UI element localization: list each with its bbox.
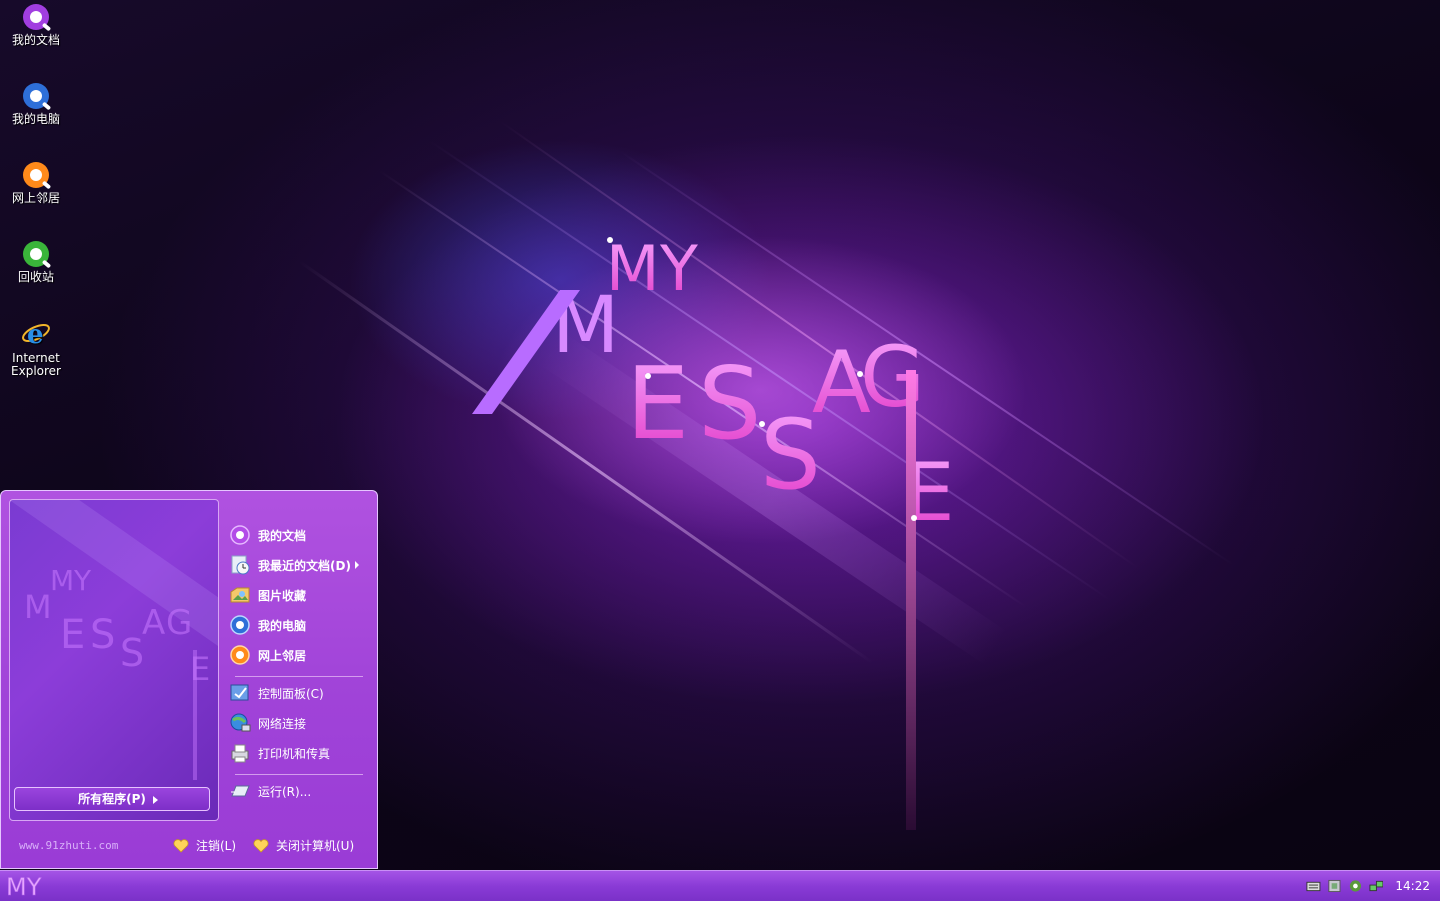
menu-separator [235,774,363,775]
menu-item-network-places[interactable]: 网上邻居 [229,642,369,668]
desktop-icon-label: Internet Explorer [11,351,61,378]
sparkle [607,237,613,243]
start-menu: M Y M E S S A G E 所有程序(P) 我的文档 我最近的文档(D)… [0,490,378,869]
panel-logo-letter: G [166,603,192,643]
menu-item-run[interactable]: 运行(R)... [229,778,369,804]
shutdown-button[interactable]: 关闭计算机(U) [253,837,354,854]
system-tray: 14:22 [1300,871,1440,901]
recent-documents-icon [229,554,251,576]
menu-item-label: 图片收藏 [258,588,307,603]
panel-logo-letter: S [90,612,115,658]
all-programs-button[interactable]: 所有程序(P) [14,787,210,811]
logo-stem [906,370,916,830]
menu-item-label: 网络连接 [258,716,307,731]
menu-item-network-connections[interactable]: 网络连接 [229,710,369,736]
desktop-icon-my-documents[interactable]: 我的文档 [0,4,72,47]
sparkle [857,371,863,377]
network-connections-icon [229,712,251,734]
my-pictures-icon [229,584,251,606]
menu-item-label: 我最近的文档(D) [258,558,351,573]
heart-icon [173,838,189,853]
menu-item-my-pictures[interactable]: 图片收藏 [229,582,369,608]
printers-icon [229,742,251,764]
my-computer-icon [229,614,251,636]
panel-logo-stem [193,650,197,780]
sparkle [911,515,917,521]
security-icon[interactable] [1327,879,1342,893]
shutdown-label: 关闭计算机(U) [276,839,355,853]
menu-item-label: 控制面板(C) [258,686,324,701]
logo-letter: S [698,345,761,462]
menu-item-label: 运行(R)... [258,784,312,799]
quicktime-green-icon [23,241,49,267]
start-menu-pinned-panel: M Y M E S S A G E [9,499,219,821]
all-programs-label: 所有程序(P) [78,792,146,806]
desktop-icon-network-places[interactable]: 网上邻居 [0,162,72,205]
run-icon [229,780,251,802]
heart-icon [253,838,269,853]
menu-item-printers[interactable]: 打印机和传真 [229,740,369,766]
taskbar-clock[interactable]: 14:22 [1395,879,1430,893]
keyboard-icon[interactable] [1306,879,1321,893]
menu-item-my-documents[interactable]: 我的文档 [229,522,369,548]
desktop-icon-internet-explorer[interactable]: e Internet Explorer [0,318,72,378]
logoff-button[interactable]: 注销(L) [173,837,236,854]
panel-logo-letter: S [120,631,144,675]
start-button[interactable]: MY [2,873,52,899]
panel-logo-letter: M [50,564,74,597]
logo-letter: E [626,345,689,462]
chevron-right-icon [354,561,359,569]
network-tray-icon[interactable] [1369,879,1384,893]
menu-separator [235,676,363,677]
taskbar: MY 14:22 [0,870,1440,901]
desktop-icon-label: 我的电脑 [11,112,60,126]
menu-item-my-computer[interactable]: 我的电脑 [229,612,369,638]
chevron-right-icon [153,796,158,804]
my-documents-icon [229,524,251,546]
svg-text:e: e [27,320,44,348]
menu-item-label: 我的电脑 [258,618,307,633]
menu-item-recent-documents[interactable]: 我最近的文档(D) [229,552,369,578]
internet-explorer-icon: e [22,320,50,348]
desktop-icon-recycle-bin[interactable]: 回收站 [0,241,72,284]
panel-logo-letter: E [60,612,85,658]
panel-logo-watermark: M Y M E S S A G E [24,564,210,780]
panel-logo-letter: A [142,603,165,643]
quicktime-tray-icon[interactable] [1348,879,1363,893]
panel-logo-letter: M [24,588,52,626]
sparkle [645,373,651,379]
start-button-label: MY [6,873,42,899]
quicktime-blue-icon [23,83,49,109]
logoff-label: 注销(L) [196,839,237,853]
menu-item-label: 打印机和传真 [258,746,331,761]
quicktime-purple-icon [23,4,49,30]
menu-item-label: 网上邻居 [258,648,307,663]
menu-item-control-panel[interactable]: 控制面板(C) [229,680,369,706]
logo-letter: Y [659,232,698,305]
desktop-icon-label: 网上邻居 [11,191,60,205]
desktop-icon-label: 我的文档 [11,33,60,47]
control-panel-icon [229,682,251,704]
network-places-icon [229,644,251,666]
desktop-icon-my-computer[interactable]: 我的电脑 [0,83,72,126]
website-watermark: www.91zhuti.com [19,839,119,852]
desktop-icon-label: 回收站 [17,270,54,284]
menu-item-label: 我的文档 [258,528,307,543]
sparkle [759,421,765,427]
panel-logo-letter: Y [73,564,92,597]
quicktime-orange-icon [23,162,49,188]
